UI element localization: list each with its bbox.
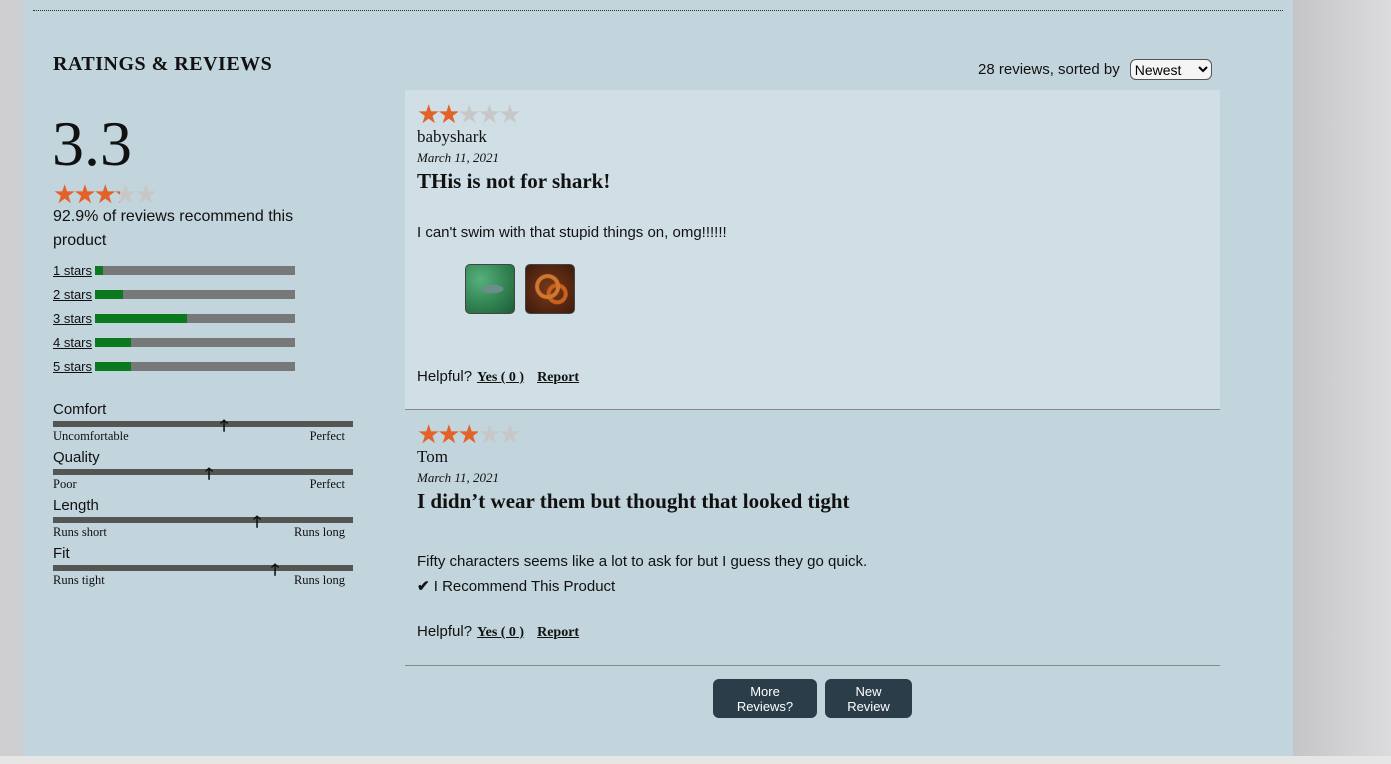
breakdown-bar-fill bbox=[95, 265, 103, 275]
page-bottom-strip bbox=[0, 756, 1391, 764]
average-star-rating: ★★★★★★★★★★ bbox=[53, 179, 158, 209]
review-title: I didn’t wear them but thought that look… bbox=[417, 489, 850, 513]
new-review-button[interactable]: New Review bbox=[825, 679, 912, 718]
arrow-up-icon: 🡑 bbox=[270, 562, 280, 579]
recommend-percentage: 92.9% of reviews recommend this product bbox=[53, 208, 294, 249]
review-body: Fifty characters seems like a lot to ask… bbox=[417, 553, 868, 570]
breakdown-row-2[interactable]: 2 stars bbox=[53, 282, 295, 306]
average-rating: 3.3 bbox=[52, 108, 132, 179]
arrow-up-icon: 🡑 bbox=[252, 514, 262, 531]
breakdown-label[interactable]: 3 stars bbox=[53, 311, 95, 326]
sort-bar: 28 reviews, sorted by Newest bbox=[978, 59, 1212, 80]
breakdown-label[interactable]: 5 stars bbox=[53, 359, 95, 374]
characteristic-track bbox=[53, 565, 353, 571]
recommend-label: I Recommend This Product bbox=[433, 578, 616, 595]
helpful-yes-link[interactable]: Yes ( 0 ) bbox=[477, 625, 524, 641]
review-body: I can't swim with that stupid things on,… bbox=[417, 224, 727, 241]
breakdown-label[interactable]: 2 stars bbox=[53, 287, 95, 302]
breakdown-row-1[interactable]: 1 stars bbox=[53, 258, 295, 282]
report-link[interactable]: Report bbox=[537, 370, 579, 386]
breakdown-label[interactable]: 4 stars bbox=[53, 335, 95, 350]
characteristic-low-label: Runs tight bbox=[53, 573, 105, 587]
review-card: ★★★★★★★★★★ babyshark March 11, 2021 THis… bbox=[405, 90, 1220, 410]
breakdown-bar-fill bbox=[95, 289, 123, 299]
characteristic-quality: Quality 🡑 Poor Perfect bbox=[53, 448, 353, 496]
review-star-rating: ★★★★★★★★★★ bbox=[417, 99, 522, 129]
review-photo-thumbnail[interactable] bbox=[525, 264, 575, 314]
ratings-reviews-panel: RATINGS & REVIEWS 3.3 ★★★★★★★★★★ 92.9% o… bbox=[23, 0, 1293, 756]
helpful-yes-link[interactable]: Yes ( 0 ) bbox=[477, 370, 524, 386]
characteristic-track bbox=[53, 517, 353, 523]
characteristic-name: Quality bbox=[53, 449, 100, 466]
characteristic-high-label: Perfect bbox=[309, 477, 345, 491]
helpful-label: Helpful? bbox=[417, 623, 473, 640]
review-date: March 11, 2021 bbox=[417, 150, 499, 165]
breakdown-bar bbox=[95, 337, 295, 347]
breakdown-bar-fill bbox=[95, 313, 187, 323]
page-side-shade bbox=[1293, 0, 1391, 764]
characteristic-length: Length 🡑 Runs short Runs long bbox=[53, 496, 353, 544]
breakdown-bar bbox=[95, 313, 295, 323]
arrow-up-icon: 🡑 bbox=[219, 418, 229, 435]
characteristic-fit: Fit 🡑 Runs tight Runs long bbox=[53, 544, 353, 592]
characteristic-high-label: Runs long bbox=[293, 525, 345, 539]
breakdown-bar bbox=[95, 361, 295, 371]
review-actions: More Reviews? New Review bbox=[713, 679, 912, 718]
rating-breakdown: 1 stars 2 stars 3 stars 4 stars 5 stars bbox=[53, 258, 295, 378]
breakdown-bar bbox=[95, 289, 295, 299]
review-username: Tom bbox=[417, 447, 448, 466]
breakdown-bar bbox=[95, 265, 295, 275]
arrow-up-icon: 🡑 bbox=[204, 466, 214, 483]
review-username: babyshark bbox=[417, 127, 487, 146]
sort-select[interactable]: Newest bbox=[1129, 59, 1212, 80]
review-count-label: 28 reviews, sorted by bbox=[978, 61, 1120, 78]
breakdown-row-4[interactable]: 4 stars bbox=[53, 330, 295, 354]
characteristic-name: Length bbox=[53, 497, 99, 514]
helpful-label: Helpful? bbox=[417, 368, 473, 385]
breakdown-row-3[interactable]: 3 stars bbox=[53, 306, 295, 330]
characteristic-name: Fit bbox=[53, 545, 70, 562]
review-star-rating: ★★★★★★★★★★ bbox=[417, 419, 522, 449]
review-photos bbox=[465, 264, 575, 314]
breakdown-row-5[interactable]: 5 stars bbox=[53, 354, 295, 378]
product-characteristics: Comfort 🡑 Uncomfortable Perfect Quality … bbox=[53, 400, 353, 592]
helpful-row: Helpful? Yes ( 0 ) Report bbox=[417, 623, 579, 641]
recommend-badge: ✔ I Recommend This Product bbox=[417, 577, 615, 595]
breakdown-bar-fill bbox=[95, 337, 131, 347]
more-reviews-button[interactable]: More Reviews? bbox=[713, 679, 817, 718]
report-link[interactable]: Report bbox=[537, 625, 579, 641]
review-photo-thumbnail[interactable] bbox=[465, 264, 515, 314]
helpful-row: Helpful? Yes ( 0 ) Report bbox=[417, 368, 579, 386]
review-card: ★★★★★★★★★★ Tom March 11, 2021 I didn’t w… bbox=[405, 410, 1220, 666]
characteristic-name: Comfort bbox=[53, 401, 107, 418]
characteristic-high-label: Runs long bbox=[293, 573, 345, 587]
review-date: March 11, 2021 bbox=[417, 470, 499, 485]
characteristic-high-label: Perfect bbox=[309, 429, 345, 443]
top-divider bbox=[33, 10, 1283, 11]
checkmark-icon: ✔ bbox=[417, 578, 430, 595]
characteristic-low-label: Poor bbox=[53, 477, 77, 491]
characteristic-low-label: Uncomfortable bbox=[53, 429, 129, 443]
characteristic-comfort: Comfort 🡑 Uncomfortable Perfect bbox=[53, 400, 353, 448]
section-title: RATINGS & REVIEWS bbox=[53, 53, 273, 75]
characteristic-low-label: Runs short bbox=[53, 525, 107, 539]
review-title: THis is not for shark! bbox=[417, 169, 611, 193]
breakdown-label[interactable]: 1 stars bbox=[53, 263, 95, 278]
characteristic-track bbox=[53, 421, 353, 427]
breakdown-bar-fill bbox=[95, 361, 131, 371]
